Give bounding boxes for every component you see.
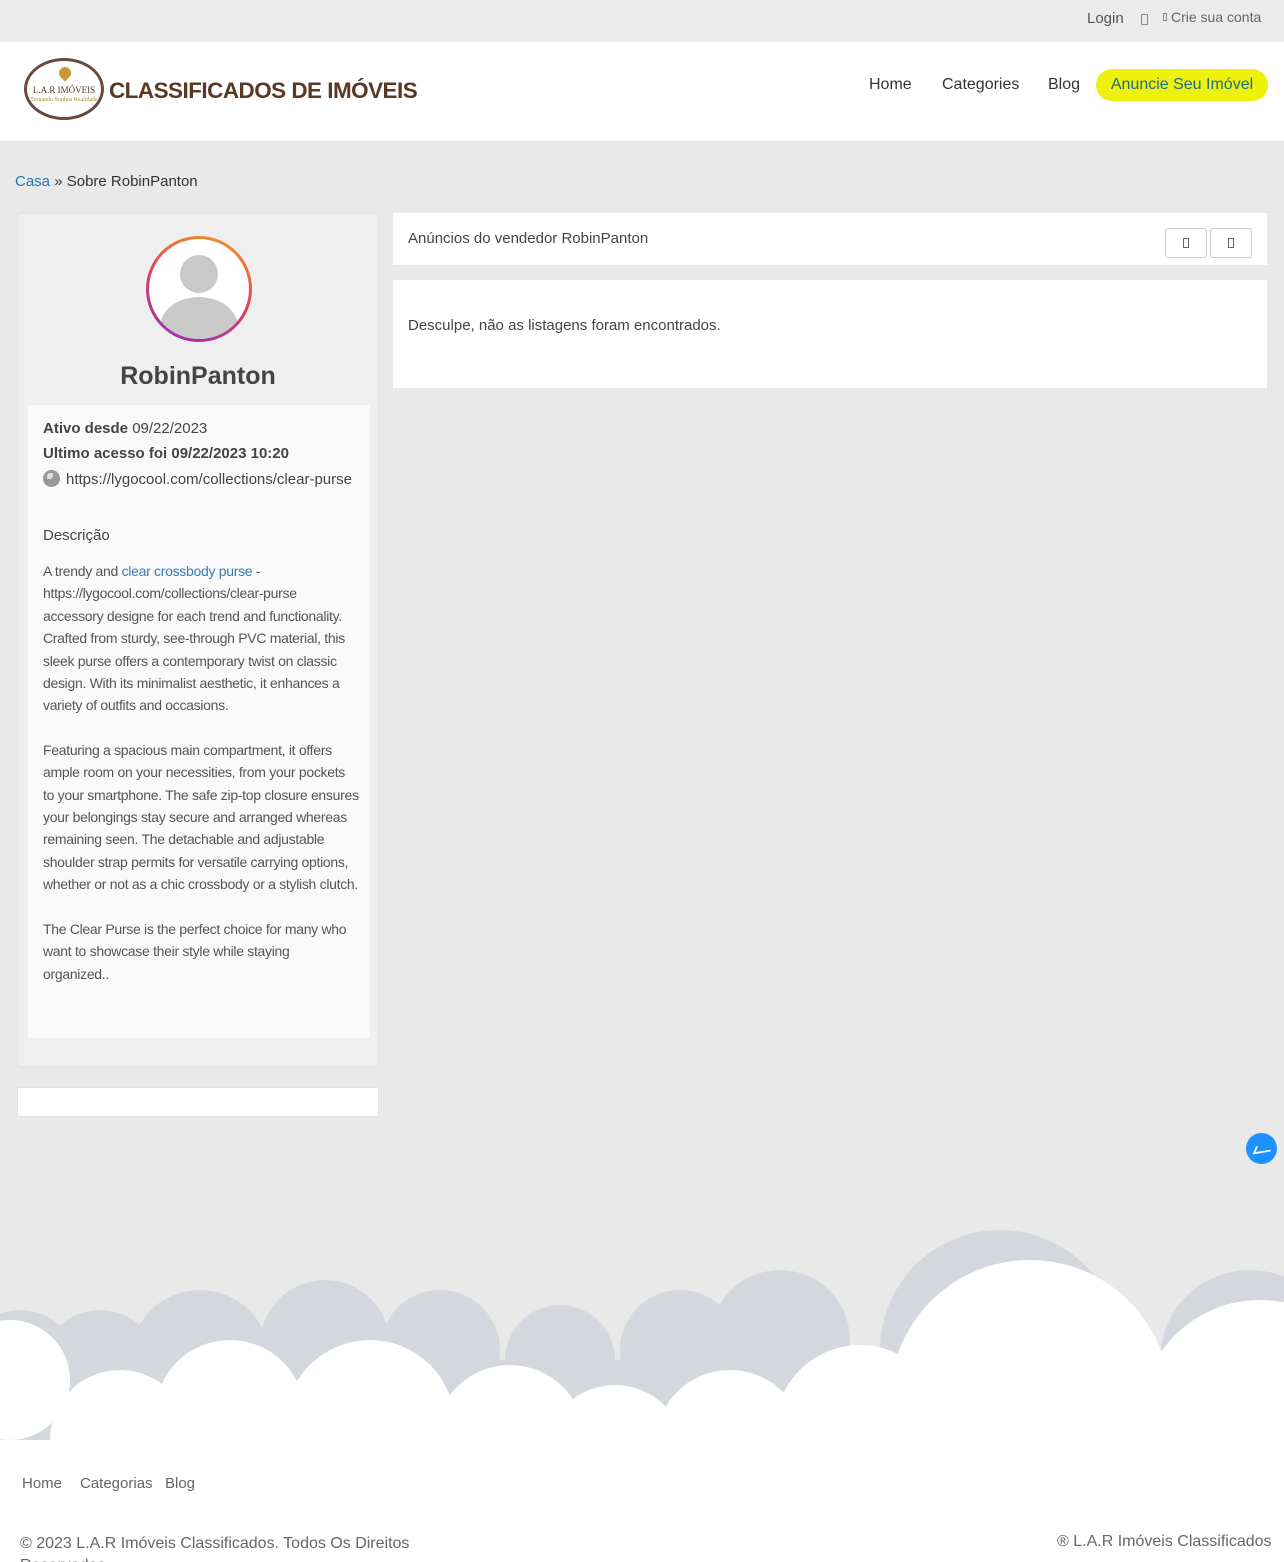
- breadcrumb-separator: »: [54, 173, 63, 190]
- profile-username: RobinPanton: [120, 362, 276, 390]
- footer-link-categories[interactable]: Categorias: [80, 1475, 153, 1492]
- avatar: [146, 236, 252, 342]
- listings-body: Desculpe, não as listagens foram encontr…: [393, 280, 1267, 388]
- nav-categories[interactable]: Categories: [942, 76, 1019, 94]
- description-paragraph-3: The Clear Purse is the perfect choice fo…: [43, 920, 347, 982]
- site-footer: Home Categorias Blog © 2023 L.A.R Imóvei…: [0, 1440, 1284, 1562]
- top-bar: Login Crie sua conta: [0, 0, 1284, 42]
- last-access: Ultimo acesso foi 09/22/2023 10:20: [43, 445, 289, 462]
- website: https://lygocool.com/collections/clear-p…: [43, 470, 353, 489]
- footer-brand: ® L.A.R Imóveis Classificados: [1057, 1533, 1272, 1550]
- active-since: Ativo desde 09/22/2023: [43, 420, 207, 437]
- breadcrumb-home[interactable]: Casa: [15, 173, 50, 190]
- nav-home[interactable]: Home: [869, 76, 912, 94]
- globe-icon: [43, 470, 60, 487]
- list-view-button[interactable]: [1210, 228, 1252, 258]
- grid-icon: [1183, 238, 1189, 248]
- nav-blog[interactable]: Blog: [1048, 76, 1080, 94]
- description-text-1b: - https://lygocool.com/collections/clear…: [43, 563, 345, 714]
- listings-header: Anúncios do vendedor RobinPanton: [393, 213, 1267, 265]
- breadcrumb: Casa » Sobre RobinPanton: [15, 173, 198, 190]
- description-text-1a: A trendy and: [43, 563, 122, 579]
- messenger-icon[interactable]: [1246, 1133, 1277, 1164]
- active-since-value: 09/22/2023: [132, 420, 208, 437]
- lotus-icon: [56, 64, 74, 82]
- logo-brand: L.A.R IMÓVEIS: [32, 85, 96, 95]
- website-link[interactable]: https://lygocool.com/collections/clear-p…: [66, 471, 352, 488]
- footer-link-home[interactable]: Home: [22, 1475, 62, 1492]
- post-listing-button[interactable]: Anuncie Seu Imóvel: [1096, 69, 1268, 101]
- signup-link[interactable]: Crie sua conta: [1163, 9, 1261, 25]
- login-link[interactable]: Login: [1087, 10, 1124, 27]
- breadcrumb-current: Sobre RobinPanton: [66, 173, 198, 190]
- listings-title: Anúncios do vendedor RobinPanton: [408, 230, 649, 247]
- logo-text[interactable]: CLASSIFICADOS DE IMÓVEIS: [109, 78, 418, 104]
- description-title: Descrição: [43, 527, 110, 544]
- copyright: © 2023 L.A.R Imóveis Classificados. Todo…: [20, 1535, 410, 1562]
- active-since-label: Ativo desde: [43, 420, 129, 437]
- sidebar-widget: [17, 1087, 379, 1117]
- description-text: A trendy and clear crossbody purse - htt…: [43, 560, 359, 1007]
- grid-view-button[interactable]: [1165, 228, 1207, 258]
- user-icon: [1141, 14, 1148, 25]
- profile-info: Ativo desde 09/22/2023 Ultimo acesso foi…: [28, 405, 370, 1038]
- user-placeholder-icon: [149, 239, 249, 339]
- logo-tagline: Tornando Sonhos Realidade: [30, 97, 98, 103]
- footer-link-blog[interactable]: Blog: [165, 1475, 195, 1492]
- description-link[interactable]: clear crossbody purse: [122, 563, 253, 579]
- description-paragraph-2: Featuring a spacious main compartment, i…: [43, 741, 359, 893]
- empty-listings-message: Desculpe, não as listagens foram encontr…: [408, 317, 721, 334]
- list-icon: [1228, 238, 1234, 248]
- site-logo[interactable]: L.A.R IMÓVEIS Tornando Sonhos Realidade: [24, 58, 104, 120]
- profile-card: RobinPanton Ativo desde 09/22/2023 Ultim…: [17, 213, 379, 1067]
- user-plus-icon: [1163, 13, 1167, 21]
- signup-label: Crie sua conta: [1171, 9, 1262, 25]
